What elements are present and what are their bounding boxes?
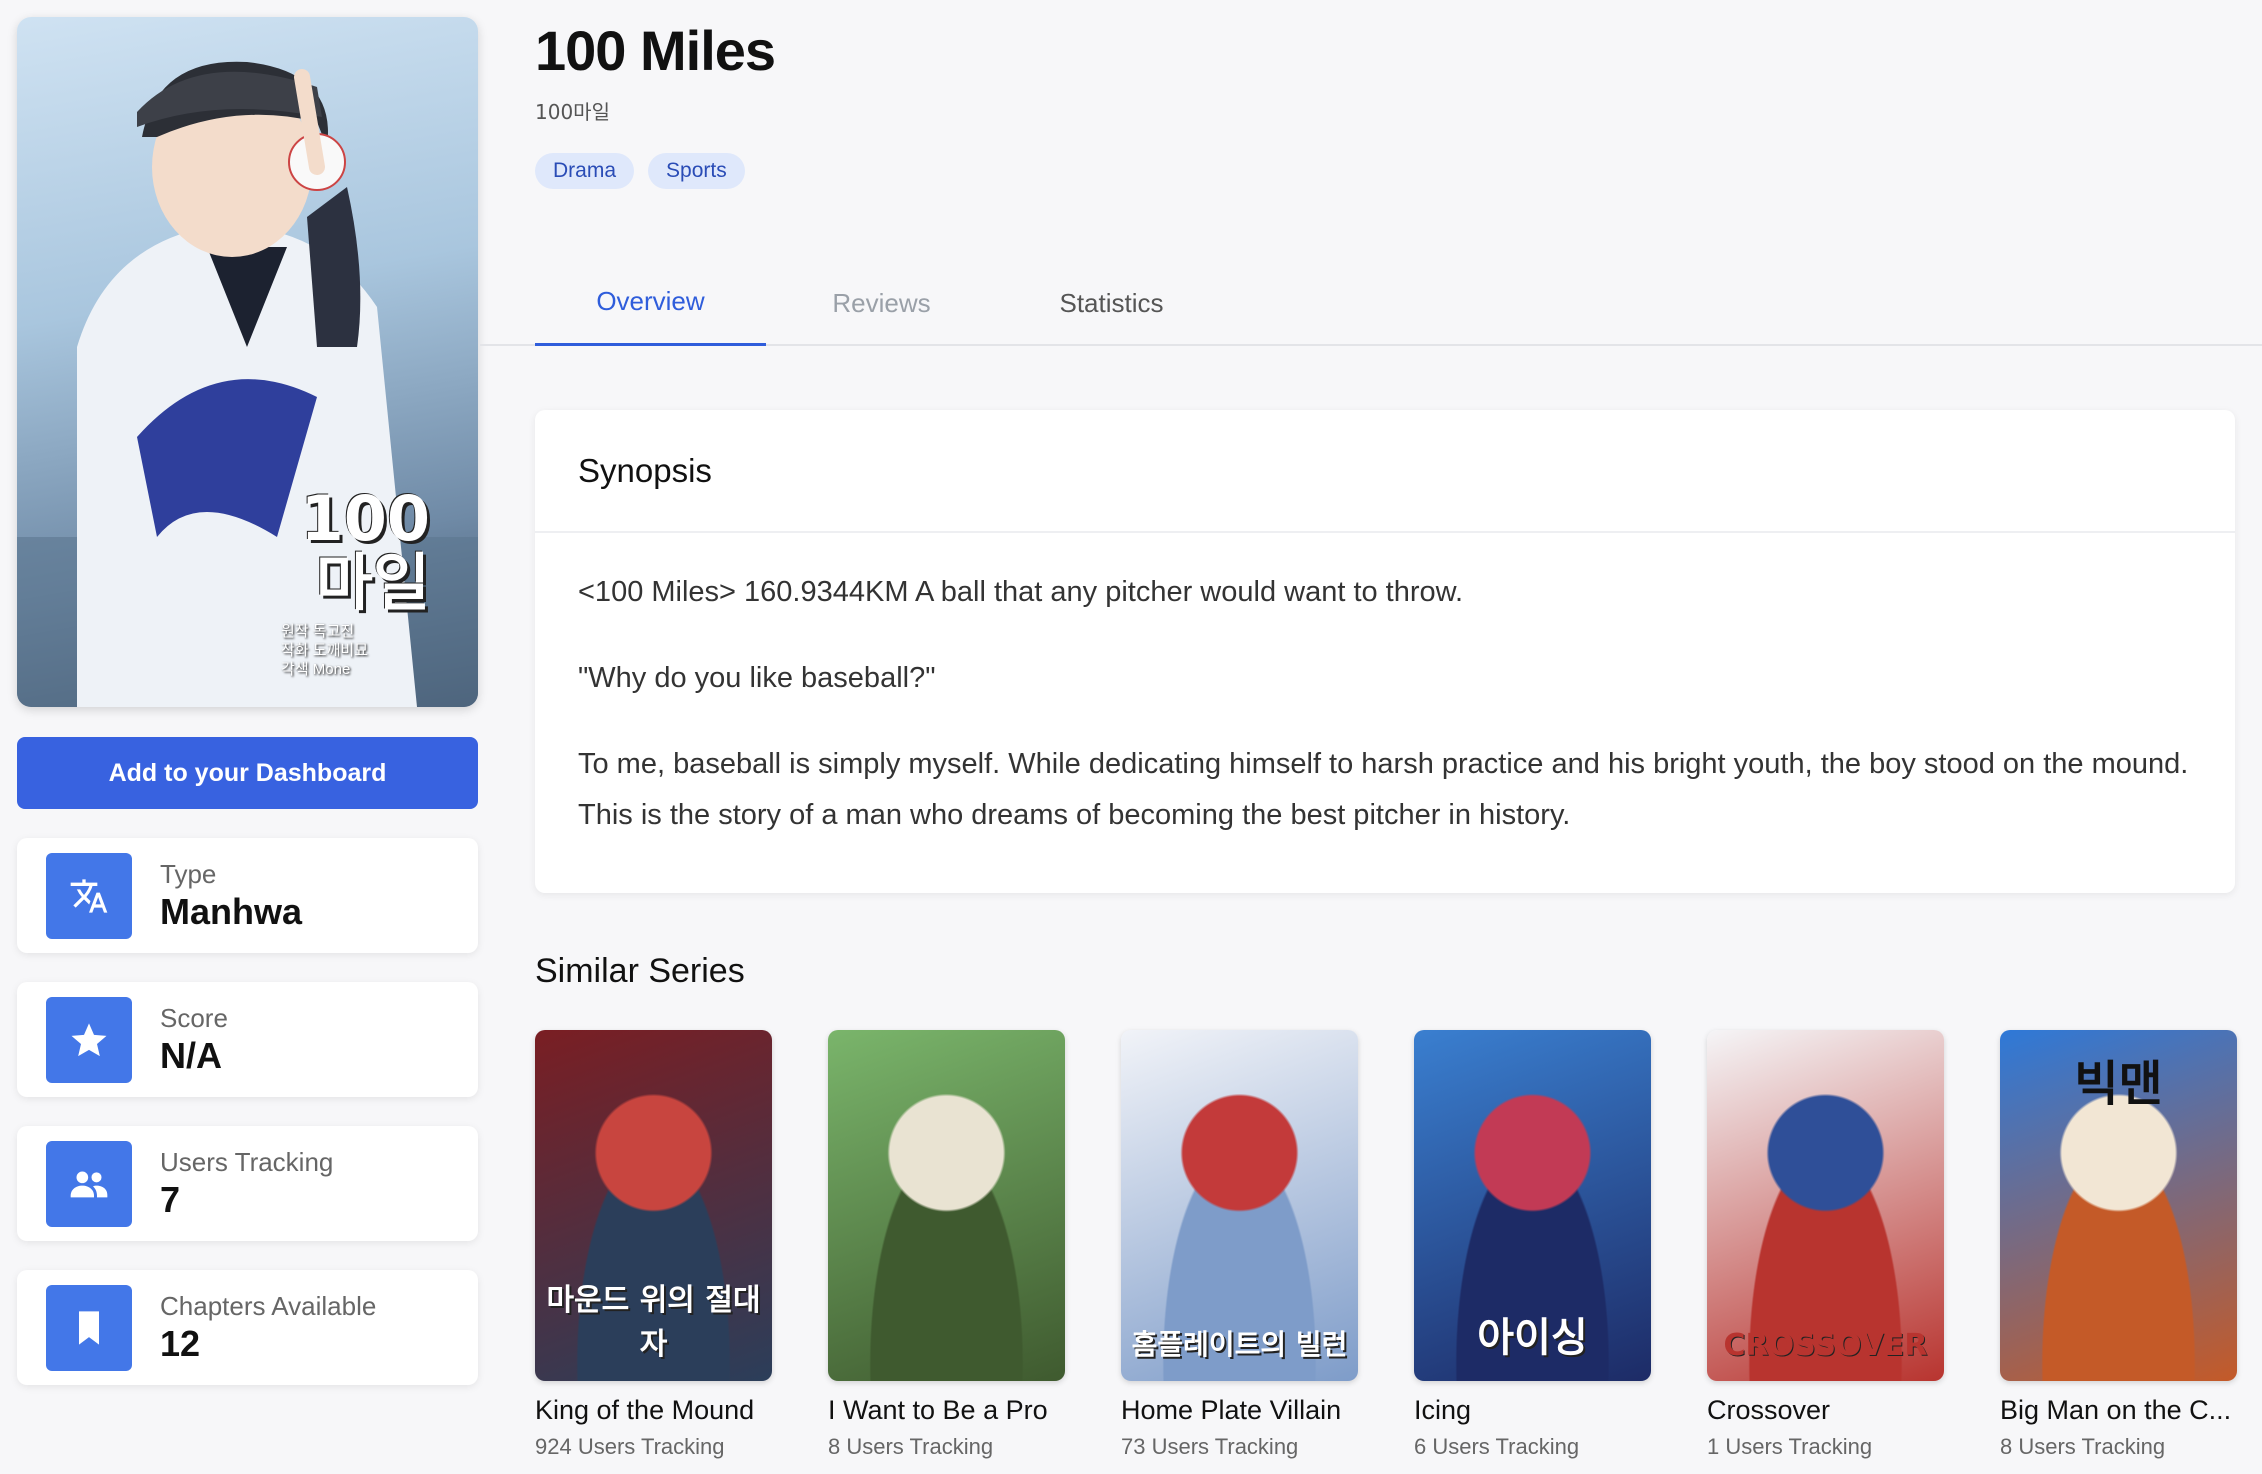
series-tracking-count: 6 Users Tracking <box>1414 1434 1580 1459</box>
stat-card-type: Type Manhwa <box>17 838 478 953</box>
series-tracking-count: 73 Users Tracking <box>1121 1434 1299 1459</box>
similar-series-list: 마운드 위의 절대자 King of the Mound 924 Users T… <box>535 1030 2237 1460</box>
similar-series-card[interactable]: I Want to Be a Pro 8 Users Tracking <box>828 1030 1065 1460</box>
synopsis-paragraph: To me, baseball is simply myself. While … <box>578 748 2189 831</box>
series-thumbnail[interactable]: 마운드 위의 절대자 <box>535 1030 772 1381</box>
cover-title-line-2: 마일 <box>315 546 430 619</box>
translate-icon <box>46 852 132 939</box>
stat-card-users-tracking: Users Tracking 7 <box>17 1126 478 1241</box>
series-cover-image: 100 마일 원작 독고진 작화 도깨비묘 각색 Mone <box>17 17 478 707</box>
series-tracking-count: 1 Users Tracking <box>1707 1434 1873 1459</box>
similar-series-card[interactable]: 빅맨 Big Man on the C... 8 Users Tracking <box>2000 1030 2237 1460</box>
stat-card-score: Score N/A <box>17 982 478 1097</box>
similar-series-heading: Similar Series <box>535 952 745 990</box>
page-title: 100 Miles <box>535 19 776 82</box>
series-name[interactable]: Home Plate Villain <box>1121 1395 1358 1426</box>
series-name[interactable]: Icing <box>1414 1395 1651 1426</box>
series-thumbnail-logo: 빅맨 <box>2074 1056 2163 1112</box>
synopsis-paragraph: "Why do you like baseball?" <box>578 662 936 694</box>
cover-title-line-1: 100 <box>300 482 430 555</box>
synopsis-card: Synopsis <100 Miles> 160.9344KM A ball t… <box>535 410 2235 893</box>
series-thumbnail-logo: 마운드 위의 절대자 <box>546 1283 761 1362</box>
stat-value: N/A <box>160 1034 222 1076</box>
series-tracking-count: 924 Users Tracking <box>535 1434 725 1459</box>
series-tracking-count: 8 Users Tracking <box>2000 1434 2166 1459</box>
genre-tag-drama[interactable]: Drama <box>535 153 635 189</box>
stat-value: 7 <box>160 1178 181 1220</box>
cover-credit-line: 작화 도깨비묘 <box>281 642 368 659</box>
users-icon <box>46 1140 132 1227</box>
synopsis-body: <100 Miles> 160.9344KM A ball that any p… <box>535 533 2235 841</box>
similar-series-card[interactable]: CROSSOVER Crossover 1 Users Tracking <box>1707 1030 1944 1460</box>
tab-statistics[interactable]: Statistics <box>996 260 1227 346</box>
genre-tags: Drama Sports <box>535 153 745 189</box>
stat-label: Chapters Available <box>160 1290 377 1321</box>
tab-reviews[interactable]: Reviews <box>766 260 997 346</box>
series-thumbnail[interactable]: 홈플레이트의 빌런 <box>1121 1030 1358 1381</box>
series-name[interactable]: I Want to Be a Pro <box>828 1395 1065 1426</box>
bookmark-icon <box>46 1284 132 1371</box>
original-title: 100마일 <box>535 100 610 124</box>
tab-bar: Overview Reviews Statistics <box>480 260 2262 346</box>
series-thumbnail[interactable]: CROSSOVER <box>1707 1030 1944 1381</box>
stat-value: Manhwa <box>160 890 303 932</box>
series-thumbnail[interactable] <box>828 1030 1065 1381</box>
series-thumbnail[interactable]: 아이싱 <box>1414 1030 1651 1381</box>
sidebar: 100 마일 원작 독고진 작화 도깨비묘 각색 Mone Add to you… <box>17 17 478 1385</box>
series-thumbnail-art <box>828 1030 1065 1381</box>
synopsis-heading: Synopsis <box>535 410 2235 533</box>
cover-title-text: 100 마일 <box>301 487 430 615</box>
series-name[interactable]: King of the Mound <box>535 1395 772 1426</box>
stat-value: 12 <box>160 1322 201 1364</box>
synopsis-paragraph: <100 Miles> 160.9344KM A ball that any p… <box>578 576 1464 608</box>
series-name[interactable]: Big Man on the C... <box>2000 1395 2237 1426</box>
series-thumbnail-logo: CROSSOVER <box>1723 1328 1928 1363</box>
tab-overview[interactable]: Overview <box>535 260 766 346</box>
genre-tag-sports[interactable]: Sports <box>648 153 745 189</box>
cover-credits: 원작 독고진 작화 도깨비묘 각색 Mone <box>281 622 368 679</box>
add-to-dashboard-button[interactable]: Add to your Dashboard <box>17 737 478 809</box>
series-thumbnail-logo: 아이싱 <box>1477 1315 1588 1361</box>
star-icon <box>46 996 132 1083</box>
stat-card-chapters: Chapters Available 12 <box>17 1270 478 1385</box>
series-thumbnail-logo: 홈플레이트의 빌런 <box>1131 1328 1348 1361</box>
similar-series-card[interactable]: 마운드 위의 절대자 King of the Mound 924 Users T… <box>535 1030 772 1460</box>
similar-series-card[interactable]: 홈플레이트의 빌런 Home Plate Villain 73 Users Tr… <box>1121 1030 1358 1460</box>
similar-series-card[interactable]: 아이싱 Icing 6 Users Tracking <box>1414 1030 1651 1460</box>
stat-label: Users Tracking <box>160 1146 334 1177</box>
stat-label: Type <box>160 858 217 889</box>
cover-credit-line: 원작 독고진 <box>281 623 355 640</box>
series-thumbnail[interactable]: 빅맨 <box>2000 1030 2237 1381</box>
cover-credit-line: 각색 Mone <box>281 661 351 678</box>
series-tracking-count: 8 Users Tracking <box>828 1434 994 1459</box>
stat-label: Score <box>160 1002 228 1033</box>
series-name[interactable]: Crossover <box>1707 1395 1944 1426</box>
